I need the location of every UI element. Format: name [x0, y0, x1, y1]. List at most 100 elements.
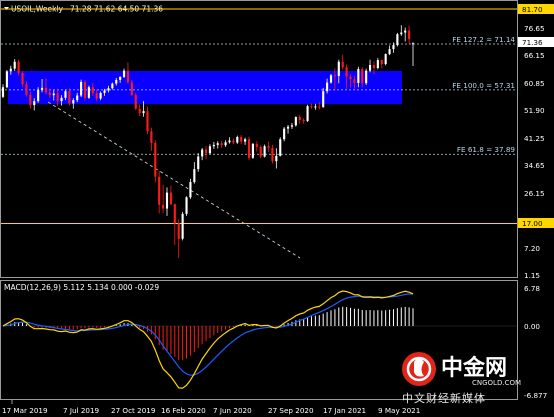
candle-body	[1, 87, 5, 97]
candle-body	[298, 117, 301, 121]
candle-body	[220, 143, 223, 146]
candle-body	[380, 60, 383, 65]
candle-body	[111, 83, 114, 89]
candle-body	[322, 91, 325, 108]
candle-body	[201, 149, 204, 157]
fib-level-label: FE 100.0 = 57.31	[452, 81, 515, 90]
candle-body	[173, 204, 176, 224]
resistance-zone-layer	[8, 70, 402, 105]
candle-body	[372, 65, 376, 69]
candle-body	[5, 71, 8, 88]
fib-level-label: FE 61.8 = 37.89	[457, 145, 516, 154]
candle-body	[224, 142, 227, 146]
candle-body	[345, 67, 348, 77]
price-tick-label: 34.65	[524, 161, 545, 170]
time-label: 7 Jul 2019	[63, 406, 100, 415]
candle-body	[204, 149, 208, 154]
candle-body	[87, 87, 90, 98]
candle-body	[216, 143, 219, 145]
candle-body	[267, 146, 270, 148]
chart-background	[0, 0, 554, 417]
candle-body	[17, 61, 20, 73]
candle-body	[177, 223, 180, 239]
candle-body	[384, 54, 387, 65]
candle-body	[333, 75, 336, 77]
candle-body	[83, 81, 87, 98]
candle-body	[329, 75, 333, 83]
candle-body	[349, 76, 352, 80]
candle-body	[212, 144, 215, 147]
candle-body	[228, 140, 231, 143]
candle-body	[115, 79, 118, 84]
candle-body	[244, 139, 247, 142]
candle-body	[341, 61, 344, 68]
time-label: 9 May 2021	[378, 406, 420, 415]
candle-body	[25, 84, 28, 95]
candle-body	[64, 91, 67, 98]
candle-body	[150, 131, 153, 143]
candle-body	[357, 68, 360, 83]
candle-body	[388, 49, 391, 55]
candle-body	[162, 204, 165, 209]
price-tick-label: 41.25	[524, 134, 545, 143]
candle-body	[126, 70, 130, 83]
candle-body	[107, 88, 110, 91]
candle-body	[396, 34, 399, 46]
candle-body	[251, 143, 254, 158]
candle-body	[9, 68, 12, 72]
price-tick-label: 26.15	[524, 189, 545, 198]
price-tick-label: 1.15	[524, 271, 540, 280]
candle-body	[122, 70, 126, 77]
candle-body	[306, 106, 309, 122]
candle-body	[275, 155, 278, 162]
candle-body	[271, 147, 274, 162]
candle-body	[60, 97, 63, 102]
price-marker-label: 17.00	[522, 219, 543, 228]
candle-body	[91, 87, 94, 94]
candle-body	[134, 94, 137, 109]
candle-body	[411, 43, 415, 45]
candle-body	[400, 32, 403, 35]
candle-body	[130, 82, 133, 95]
candle-body	[408, 30, 411, 40]
watermark-brand: 中金网	[441, 355, 507, 381]
candle-body	[302, 120, 305, 122]
trading-chart[interactable]: USOIL,Weekly 71.28 71.62 64.50 71.36 FE …	[0, 0, 554, 417]
candle-body	[95, 93, 98, 99]
price-tick-label: 66.15	[524, 51, 545, 60]
candle-body	[21, 72, 24, 85]
candle-body	[314, 106, 317, 108]
candle-body	[165, 192, 169, 209]
price-tick-label: 51.90	[524, 106, 545, 115]
candle-body	[158, 176, 161, 205]
macd-tick-label: 0.00	[524, 322, 540, 331]
macd-tick-label: 6.78	[524, 284, 540, 293]
current-price-label: 71.36	[522, 38, 543, 47]
candle-body	[294, 117, 297, 126]
candle-body	[146, 111, 149, 132]
candle-body	[99, 92, 102, 99]
candle-body	[76, 95, 79, 101]
price-tick-label: 76.65	[524, 24, 545, 33]
candle-body	[142, 111, 145, 114]
candle-body	[56, 93, 59, 102]
candle-body	[189, 182, 192, 198]
candle-body	[72, 100, 75, 104]
candle-body	[318, 106, 321, 108]
candle-body	[392, 45, 395, 50]
time-label: 27 Oct 2019	[111, 406, 156, 415]
candle-body	[37, 89, 40, 102]
candle-body	[181, 213, 184, 239]
candle-body	[279, 139, 282, 156]
macd-tick-label: -6.877	[524, 391, 547, 400]
candle-body	[290, 125, 294, 127]
candle-body	[310, 106, 313, 108]
candle-body	[365, 70, 368, 84]
watermark-tagline: 中文财经新媒体	[402, 391, 486, 405]
fib-level-label: FE 127.2 = 71.14	[452, 35, 515, 44]
candle-body	[48, 92, 51, 96]
candle-body	[337, 61, 340, 76]
candle-body	[29, 94, 32, 106]
candle-body	[44, 87, 48, 93]
time-label: 17 Jan 2021	[323, 406, 366, 415]
